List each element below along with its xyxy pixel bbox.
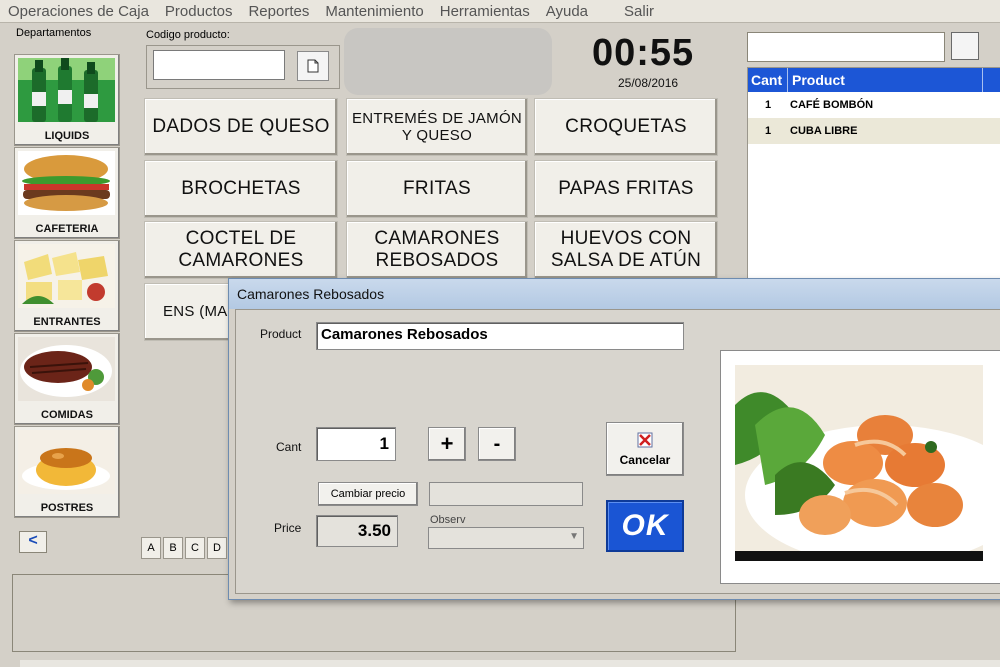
product-camarones-rebosados[interactable]: CAMARONES REBOSADOS [346,221,528,279]
document-icon [307,59,319,73]
product-entremes-jamon-queso[interactable]: ENTREMÉS DE JAMÓN Y QUESO [346,98,528,156]
product-brochetas[interactable]: BROCHETAS [144,160,338,218]
change-price-button[interactable]: Cambiar precio [318,482,418,506]
code-label: Codigo producto: [146,29,230,41]
order-row[interactable]: 1 CUBA LIBRE [748,118,1000,144]
alpha-filter-d[interactable]: D [207,537,227,559]
date: 25/08/2016 [618,76,679,90]
dept-postres[interactable]: POSTRES [14,426,120,518]
menu-productos[interactable]: Productos [157,3,241,20]
observ-select[interactable]: ▼ [428,527,584,549]
product-code-input[interactable] [153,50,285,80]
dept-liquids-image [18,58,115,122]
ok-button[interactable]: OK [606,500,684,552]
dialog-price-label: Price [274,521,302,535]
dept-entrantes-label: ENTRANTES [33,316,101,328]
departments-label: Departamentos [16,27,92,39]
product-fritas[interactable]: FRITAS [346,160,528,218]
menu-herramientas[interactable]: Herramientas [432,3,538,20]
product-photo-frame [720,350,1000,584]
increment-button[interactable]: + [428,427,466,461]
product-photo [735,365,983,561]
alpha-filter-c[interactable]: C [185,537,205,559]
order-row-cant: 1 [764,125,772,137]
product-dialog: Camarones Rebosados Product Camarones Re… [228,278,1000,600]
dialog-title: Camarones Rebosados [237,286,385,302]
product-huevos-salsa-atun[interactable]: HUEVOS CON SALSA DE ATÚN [534,221,718,279]
status-strip [20,660,1000,667]
decrement-button[interactable]: - [478,427,516,461]
dept-cafeteria[interactable]: CAFETERIA [14,147,120,239]
dept-cafeteria-label: CAFETERIA [35,223,99,235]
dept-entrantes-image [18,244,115,308]
dept-liquids[interactable]: LIQUIDS [14,54,120,146]
departments-panel: LIQUIDS CAFETERIA ENTRANTES COMIDAS POST… [14,46,121,524]
chevron-down-icon: ▼ [569,531,579,542]
order-row-cant: 1 [764,99,772,111]
dialog-observ-label: Observ [430,514,466,526]
alpha-filter-b[interactable]: B [163,537,183,559]
order-col-cant[interactable]: Cant [748,68,788,92]
menu-mantenimiento[interactable]: Mantenimiento [317,3,431,20]
product-dados-de-queso[interactable]: DADOS DE QUESO [144,98,338,156]
dept-cafeteria-image [18,151,115,215]
product-coctel-de-camarones[interactable]: COCTEL DE CAMARONES [144,221,338,279]
order-list-header: Cant Product [748,68,1000,92]
code-lookup-button[interactable] [297,51,329,81]
order-search-input[interactable] [747,32,945,62]
dialog-cant-field[interactable]: 1 [316,427,396,461]
clock: 00:55 [592,32,695,74]
dialog-body: Product Camarones Rebosados Cant 1 + - C… [235,309,1000,594]
change-price-field[interactable] [429,482,583,506]
cancel-button[interactable]: Cancelar [606,422,684,476]
dialog-product-label: Product [260,327,302,341]
dept-liquids-label: LIQUIDS [44,130,90,142]
dialog-cant-label: Cant [276,440,302,454]
menu-reportes[interactable]: Reportes [240,3,317,20]
dept-comidas-image [18,337,115,401]
order-row-product: CUBA LIBRE [790,125,858,137]
alpha-filter-a[interactable]: A [141,537,161,559]
menu-ayuda[interactable]: Ayuda [538,3,596,20]
order-row-product: CAFÉ BOMBÓN [790,99,874,111]
order-col-product[interactable]: Product [788,68,983,92]
dept-comidas[interactable]: COMIDAS [14,333,120,425]
dept-postres-label: POSTRES [40,502,94,514]
dept-postres-image [18,430,115,494]
dialog-price-field: 3.50 [316,515,398,547]
code-box [146,45,340,89]
product-image-placeholder [344,28,552,95]
cancel-button-label: Cancelar [619,453,671,467]
dialog-title-bar[interactable]: Camarones Rebosados [229,279,1000,309]
order-search-button[interactable] [951,32,979,60]
product-papas-fritas[interactable]: PAPAS FRITAS [534,160,718,218]
dept-back-button[interactable]: < [19,531,47,553]
product-croquetas[interactable]: CROQUETAS [534,98,718,156]
dialog-product-field[interactable]: Camarones Rebosados [316,322,684,350]
cancel-icon [637,432,653,448]
order-row[interactable]: 1 CAFÉ BOMBÓN [748,92,1000,118]
dept-comidas-label: COMIDAS [41,409,93,421]
menu-operaciones-de-caja[interactable]: Operaciones de Caja [0,3,157,20]
menu-salir[interactable]: Salir [616,3,662,20]
order-list: Cant Product 1 CAFÉ BOMBÓN 1 CUBA LIBRE [747,67,1000,279]
menu-bar: Operaciones de Caja Productos Reportes M… [0,0,1000,23]
dept-entrantes[interactable]: ENTRANTES [14,240,120,332]
